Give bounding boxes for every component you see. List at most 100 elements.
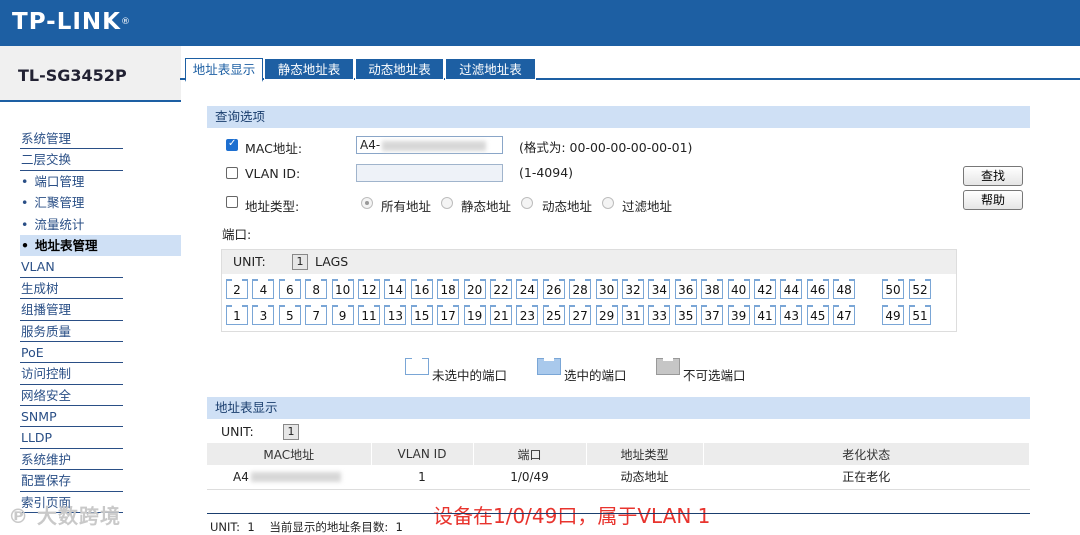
port-18[interactable]: 18 (437, 279, 460, 299)
sidebar-item-14[interactable]: LLDP (20, 427, 123, 449)
port-43[interactable]: 43 (780, 305, 803, 325)
sidebar-item-3[interactable]: • 汇聚管理 (20, 192, 123, 213)
blurred-mac (382, 140, 487, 151)
port-6[interactable]: 6 (278, 279, 301, 299)
port-21[interactable]: 21 (490, 305, 512, 325)
port-49[interactable]: 49 (882, 305, 904, 325)
port-46[interactable]: 46 (806, 279, 829, 299)
port-2[interactable]: 2 (226, 279, 248, 299)
sidebar-item-9[interactable]: 服务质量 (20, 321, 123, 342)
mac-checkbox[interactable] (226, 138, 238, 151)
search-button[interactable]: 查找 (963, 166, 1023, 186)
port-30[interactable]: 30 (595, 279, 618, 299)
port-45[interactable]: 45 (806, 305, 829, 325)
sidebar-item-13[interactable]: SNMP (20, 406, 123, 428)
port-24[interactable]: 24 (516, 279, 539, 299)
port-40[interactable]: 40 (727, 279, 750, 299)
tab-filter-address-table[interactable]: 过滤地址表 (445, 58, 536, 80)
tab-static-address-table[interactable]: 静态地址表 (264, 58, 354, 80)
sidebar-item-12[interactable]: 网络安全 (20, 385, 123, 407)
sidebar-item-15[interactable]: 系统维护 (20, 449, 123, 471)
port-label: 端口: (222, 227, 252, 242)
radio-filter-addresses[interactable] (602, 197, 614, 209)
radio-static-addresses[interactable] (441, 197, 453, 209)
address-type-label: 地址类型: (245, 199, 300, 214)
bullet-icon: • (21, 195, 29, 211)
port-10[interactable]: 10 (331, 279, 354, 299)
port-27[interactable]: 27 (569, 305, 592, 325)
port-29[interactable]: 29 (595, 305, 618, 325)
port-5[interactable]: 5 (278, 305, 301, 325)
sidebar-item-4[interactable]: • 流量统计 (20, 214, 123, 235)
port-26[interactable]: 26 (542, 279, 565, 299)
port-32[interactable]: 32 (622, 279, 644, 299)
port-31[interactable]: 31 (622, 305, 644, 325)
port-42[interactable]: 42 (754, 279, 776, 299)
radio-dynamic-addresses[interactable] (521, 197, 533, 209)
unit-number-button[interactable]: 1 (292, 254, 308, 270)
port-11[interactable]: 11 (358, 305, 380, 325)
help-button[interactable]: 帮助 (963, 190, 1023, 210)
sidebar-item-2[interactable]: • 端口管理 (20, 171, 123, 192)
col-address-type: 地址类型 (586, 443, 704, 465)
port-3[interactable]: 3 (252, 305, 275, 325)
port-50[interactable]: 50 (882, 279, 904, 299)
port-38[interactable]: 38 (701, 279, 724, 299)
port-17[interactable]: 17 (437, 305, 460, 325)
port-44[interactable]: 44 (780, 279, 803, 299)
port-20[interactable]: 20 (463, 279, 486, 299)
cell-aging: 正在老化 (703, 465, 1030, 490)
port-19[interactable]: 19 (463, 305, 486, 325)
port-37[interactable]: 37 (701, 305, 724, 325)
port-48[interactable]: 48 (833, 279, 856, 299)
port-28[interactable]: 28 (569, 279, 592, 299)
address-type-checkbox[interactable] (226, 196, 238, 208)
port-15[interactable]: 15 (410, 305, 433, 325)
sidebar-item-label: VLAN (21, 259, 55, 275)
sidebar-item-6[interactable]: VLAN (20, 256, 123, 278)
sidebar-item-16[interactable]: 配置保存 (20, 470, 123, 492)
radio-dynamic-addresses-label: 动态地址 (542, 199, 593, 214)
port-9[interactable]: 9 (331, 305, 354, 325)
port-34[interactable]: 34 (648, 279, 671, 299)
port-39[interactable]: 39 (727, 305, 750, 325)
mac-input[interactable]: A4- (356, 136, 503, 154)
port-25[interactable]: 25 (542, 305, 565, 325)
tab-address-table-display[interactable]: 地址表显示 (185, 58, 263, 82)
port-23[interactable]: 23 (516, 305, 539, 325)
sidebar-item-label: 端口管理 (34, 173, 85, 189)
unit-bar: UNIT: 1 LAGS (222, 250, 956, 274)
port-51[interactable]: 51 (909, 305, 931, 325)
sidebar-item-7[interactable]: 生成树 (20, 278, 123, 300)
port-1[interactable]: 1 (226, 305, 248, 325)
port-14[interactable]: 14 (384, 279, 407, 299)
sidebar-item-10[interactable]: PoE (20, 342, 123, 364)
watermark-logo: ℗ 大数跨境 (8, 504, 121, 528)
lags-link[interactable]: LAGS (315, 254, 348, 269)
vlan-checkbox[interactable] (226, 167, 238, 179)
radio-all-addresses[interactable] (361, 197, 373, 209)
port-12[interactable]: 12 (358, 279, 380, 299)
port-33[interactable]: 33 (648, 305, 671, 325)
port-4[interactable]: 4 (252, 279, 275, 299)
port-7[interactable]: 7 (305, 305, 328, 325)
sidebar-item-5[interactable]: • 地址表管理 (20, 234, 181, 257)
cell-mac: A4 (207, 465, 371, 490)
sidebar-item-0[interactable]: 系统管理 (20, 128, 123, 150)
port-52[interactable]: 52 (909, 279, 931, 299)
port-35[interactable]: 35 (674, 305, 697, 325)
port-13[interactable]: 13 (384, 305, 407, 325)
sidebar-item-11[interactable]: 访问控制 (20, 363, 123, 385)
results-unit-number[interactable]: 1 (283, 424, 299, 440)
port-36[interactable]: 36 (674, 279, 697, 299)
tab-dynamic-address-table[interactable]: 动态地址表 (355, 58, 444, 80)
port-41[interactable]: 41 (754, 305, 776, 325)
sidebar-item-1[interactable]: 二层交换 (20, 149, 123, 171)
port-16[interactable]: 16 (410, 279, 433, 299)
vlan-input[interactable] (356, 164, 503, 182)
sidebar-item-8[interactable]: 组播管理 (20, 299, 123, 321)
port-8[interactable]: 8 (305, 279, 328, 299)
port-22[interactable]: 22 (490, 279, 512, 299)
port-47[interactable]: 47 (833, 305, 856, 325)
sidebar-item-label: SNMP (21, 409, 57, 425)
